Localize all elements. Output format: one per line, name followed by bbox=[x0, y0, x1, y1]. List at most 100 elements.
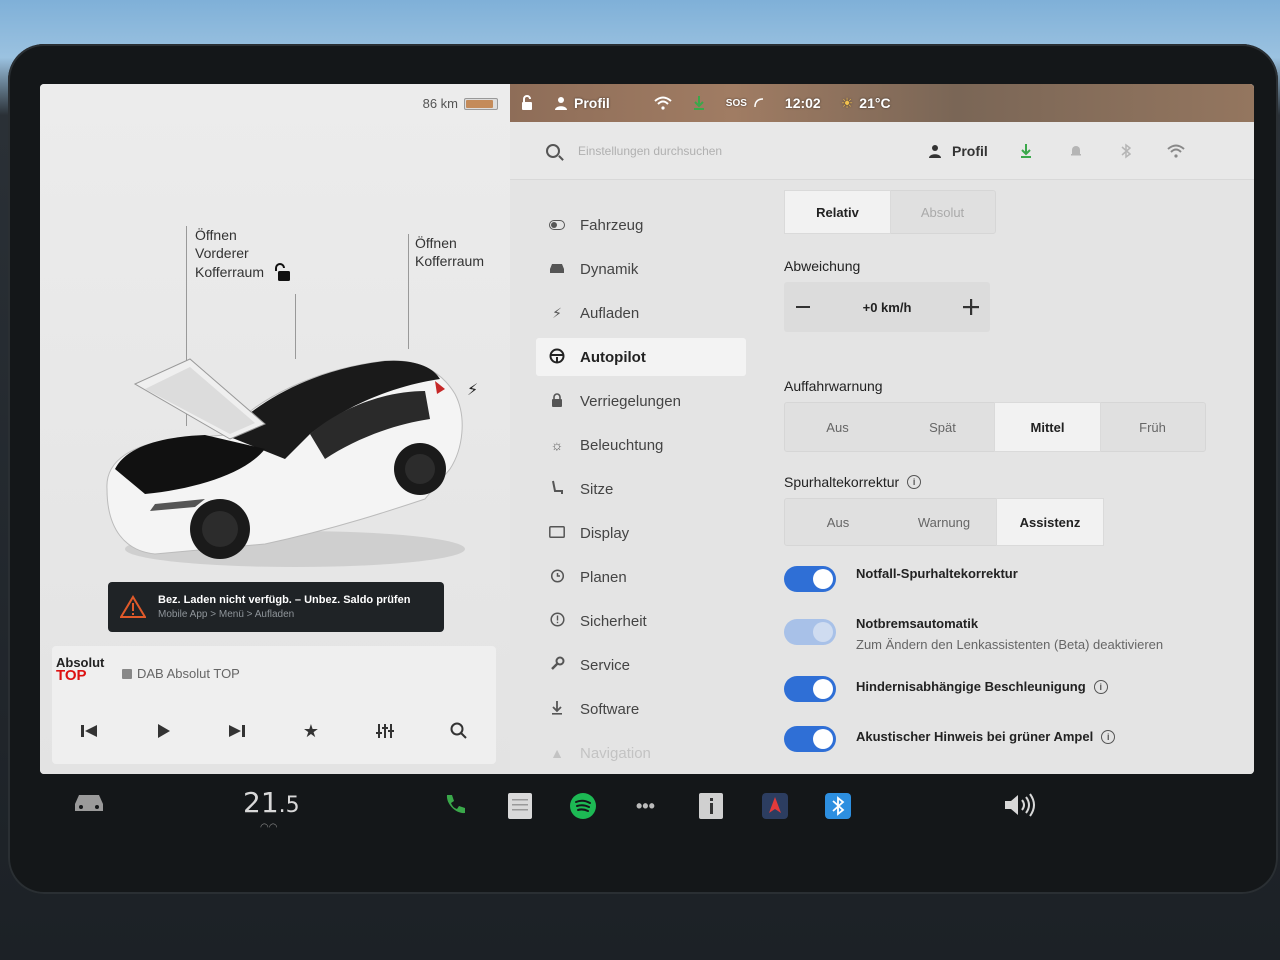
collision-warning-selector: Aus Spät Mittel Früh bbox=[784, 402, 1206, 452]
menu-item-label: Autopilot bbox=[580, 348, 646, 366]
wrench-icon bbox=[548, 656, 566, 674]
status-profile-label: Profil bbox=[574, 95, 610, 111]
software-download-button[interactable] bbox=[1016, 141, 1036, 161]
notes-button[interactable] bbox=[507, 792, 533, 820]
open-frunk-label-2: Vorderer bbox=[195, 245, 249, 261]
obstacle-acceleration-switch[interactable] bbox=[784, 676, 836, 702]
menu-item-fahrzeug[interactable]: Fahrzeug bbox=[536, 206, 746, 244]
settings-search-input[interactable] bbox=[578, 143, 898, 158]
offset-decrease-button[interactable] bbox=[784, 282, 822, 332]
profile-button[interactable]: Profil bbox=[928, 143, 988, 159]
menu-item-label: Display bbox=[580, 524, 630, 542]
car-status-panel: 86 km Öffnen Vorderer Kofferraum Öffnen … bbox=[40, 84, 510, 774]
next-track-button[interactable] bbox=[217, 716, 257, 746]
offset-increase-button[interactable] bbox=[952, 282, 990, 332]
offset-value: +0 km/h bbox=[862, 299, 912, 315]
wifi-button[interactable] bbox=[1166, 141, 1186, 161]
bluetooth-dock-button[interactable] bbox=[824, 792, 852, 820]
lock-status[interactable] bbox=[520, 95, 534, 111]
open-trunk-label-1: Öffnen bbox=[415, 235, 457, 251]
collision-option-medium[interactable]: Mittel bbox=[995, 403, 1100, 451]
toggle-green-light-chime: Akustischer Hinweis bei grüner Ampel i bbox=[784, 726, 1234, 752]
lane-option-assist[interactable]: Assistenz bbox=[997, 499, 1103, 545]
speed-mode-relative[interactable]: Relativ bbox=[785, 191, 890, 233]
speed-mode-absolute[interactable]: Absolut bbox=[890, 191, 995, 233]
menu-item-dynamik[interactable]: Dynamik bbox=[536, 250, 746, 288]
topbar-icons bbox=[1016, 141, 1186, 161]
charge-port-icon[interactable]: ⚡ bbox=[467, 380, 478, 400]
warning-icon bbox=[120, 595, 146, 618]
menu-item-aufladen[interactable]: ⚡ Aufladen bbox=[536, 294, 746, 332]
car-controls-button[interactable] bbox=[72, 792, 106, 814]
more-apps-button[interactable]: ••• bbox=[636, 796, 655, 817]
collision-option-late[interactable]: Spät bbox=[890, 403, 995, 451]
media-controls: ★ bbox=[52, 716, 496, 746]
speed-mode-selector: Relativ Absolut bbox=[784, 190, 996, 234]
offset-stepper: +0 km/h bbox=[784, 282, 990, 332]
phone-button[interactable] bbox=[442, 792, 468, 818]
temperature-decimal: .5 bbox=[278, 793, 300, 818]
settings-panel: Profil SOS 12:02 ☀ 21°C Profil bbox=[510, 84, 1254, 774]
car-image[interactable] bbox=[95, 339, 485, 579]
notes-icon bbox=[508, 793, 532, 819]
volume-button[interactable] bbox=[1003, 793, 1037, 817]
menu-item-label: Service bbox=[580, 656, 631, 674]
ellipsis-icon: ••• bbox=[636, 796, 655, 816]
info-icon[interactable]: i bbox=[1101, 729, 1116, 744]
profile-label: Profil bbox=[952, 142, 988, 159]
status-profile[interactable]: Profil bbox=[554, 95, 610, 111]
spotify-button[interactable] bbox=[569, 792, 597, 820]
menu-item-label: Dynamik bbox=[580, 260, 639, 278]
open-frunk-callout[interactable]: Öffnen Vorderer Kofferraum bbox=[195, 226, 292, 282]
download-icon bbox=[1020, 143, 1031, 158]
minus-icon bbox=[796, 306, 810, 308]
menu-item-planen[interactable]: Planen bbox=[536, 558, 746, 596]
seat-icon bbox=[548, 480, 566, 499]
toggle-emergency-lane: Notfall-Spurhaltekorrektur bbox=[784, 566, 1234, 592]
menu-item-navigation[interactable]: ▲ Navigation bbox=[536, 734, 746, 772]
sun-weather-icon: ☀ bbox=[840, 94, 854, 111]
info-icon[interactable]: i bbox=[907, 475, 922, 489]
menu-item-beleuchtung[interactable]: ☼ Beleuchtung bbox=[536, 426, 746, 464]
map-navigation-icon bbox=[762, 793, 788, 819]
spotify-icon bbox=[570, 793, 596, 819]
bluetooth-button[interactable] bbox=[1116, 141, 1136, 161]
equalizer-button[interactable] bbox=[365, 716, 405, 746]
favorite-button[interactable]: ★ bbox=[291, 716, 331, 746]
emergency-lane-switch[interactable] bbox=[784, 566, 836, 592]
emergency-brake-switch[interactable] bbox=[784, 619, 836, 645]
outside-temperature: 21°C bbox=[859, 95, 891, 111]
menu-item-sicherheit[interactable]: Sicherheit bbox=[536, 602, 746, 640]
alert-circle-icon bbox=[548, 612, 566, 630]
previous-track-button[interactable] bbox=[69, 716, 109, 746]
bottom-dock: 21.5 ◠◠ ••• bbox=[40, 776, 1254, 842]
search-icon bbox=[450, 722, 467, 739]
menu-item-service[interactable]: Service bbox=[536, 646, 746, 684]
open-trunk-callout[interactable]: Öffnen Kofferraum bbox=[415, 234, 484, 270]
bolt-icon: ⚡ bbox=[552, 304, 562, 321]
lane-option-warning[interactable]: Warnung bbox=[891, 499, 997, 545]
menu-item-autopilot[interactable]: Autopilot bbox=[536, 338, 746, 376]
manual-button[interactable] bbox=[698, 792, 724, 820]
unlock-status-icon bbox=[522, 95, 532, 110]
play-icon bbox=[158, 724, 170, 738]
info-icon[interactable]: i bbox=[1093, 679, 1108, 694]
menu-item-display[interactable]: Display bbox=[536, 514, 746, 552]
collision-option-off[interactable]: Aus bbox=[785, 403, 890, 451]
menu-item-verriegelungen[interactable]: Verriegelungen bbox=[536, 382, 746, 420]
navigation-button[interactable] bbox=[761, 792, 789, 820]
green-light-chime-switch[interactable] bbox=[784, 726, 836, 752]
media-search-button[interactable] bbox=[439, 716, 479, 746]
station-logo-line2: TOP bbox=[56, 667, 87, 684]
play-button[interactable] bbox=[143, 716, 183, 746]
cabin-temperature[interactable]: 21.5 bbox=[243, 786, 300, 819]
menu-item-software[interactable]: Software bbox=[536, 690, 746, 728]
menu-item-sitze[interactable]: Sitze bbox=[536, 470, 746, 508]
collision-option-early[interactable]: Früh bbox=[1100, 403, 1205, 451]
toggle-title: Notbremsautomatik bbox=[856, 616, 979, 631]
menu-item-label: Planen bbox=[580, 568, 627, 586]
notification-bell-button[interactable] bbox=[1066, 141, 1086, 161]
lane-option-off[interactable]: Aus bbox=[785, 499, 891, 545]
toggle-title-row: Akustischer Hinweis bei grüner Ampel i bbox=[856, 729, 1116, 744]
radio-icon bbox=[122, 668, 132, 679]
